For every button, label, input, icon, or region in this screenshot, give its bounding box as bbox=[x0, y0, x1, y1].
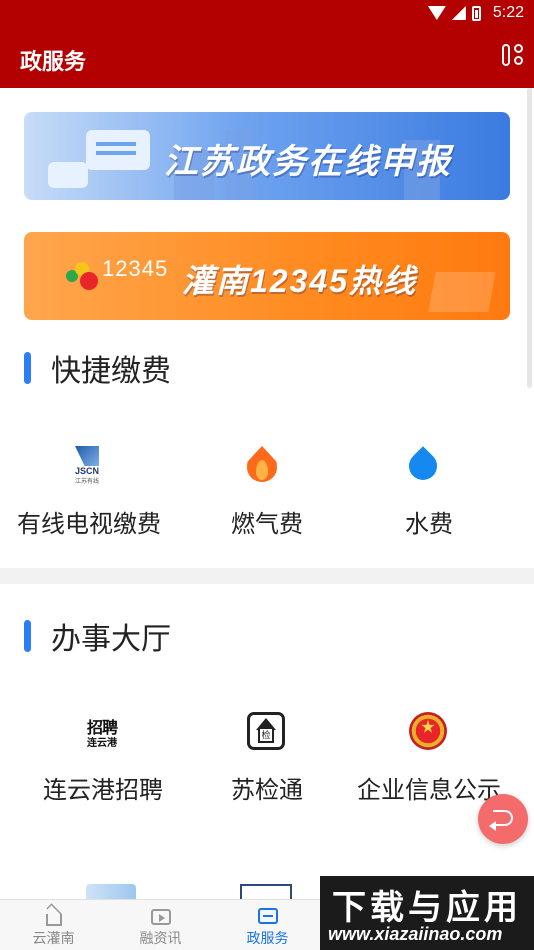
page-title: 政服务 bbox=[20, 49, 87, 74]
hotline-logo-icon bbox=[66, 262, 106, 292]
tab-label: 云灌南 bbox=[32, 930, 75, 946]
tab-zheng-fuwu[interactable]: 政服务 bbox=[214, 900, 321, 950]
jscn-logo-icon: JSCN 江苏有线 bbox=[69, 446, 109, 486]
national-emblem-icon bbox=[409, 712, 449, 752]
cable-tv-pay-item[interactable]: JSCN 江苏有线 有线电视缴费 bbox=[0, 446, 178, 539]
battery-icon bbox=[471, 5, 481, 21]
item-label: 水费 bbox=[405, 511, 453, 538]
chat-icon bbox=[257, 905, 279, 927]
return-arrow-icon bbox=[493, 810, 513, 826]
tab-rong-zixun[interactable]: 融资讯 bbox=[107, 900, 214, 950]
section-divider bbox=[0, 568, 534, 584]
banner-decoration bbox=[428, 272, 496, 312]
service-hall-section-title: 办事大厅 bbox=[24, 614, 171, 658]
section-title-text: 快捷缴费 bbox=[51, 355, 171, 388]
jiangsu-online-declaration-banner[interactable]: 江苏政务在线申报 bbox=[24, 112, 510, 200]
tab-yun-guannan[interactable]: 云灌南 bbox=[0, 900, 107, 950]
banner-text: 灌南12345热线 bbox=[182, 263, 417, 299]
next-row-item-icon[interactable] bbox=[86, 884, 136, 899]
section-accent-bar bbox=[24, 352, 31, 384]
item-label: 连云港招聘 bbox=[43, 777, 163, 804]
section-title-text: 办事大厅 bbox=[51, 623, 171, 656]
watermark-url: www.xiazaiinao.com bbox=[328, 924, 503, 944]
more-options-icon[interactable] bbox=[502, 42, 526, 72]
home-icon bbox=[43, 903, 65, 927]
scrollbar[interactable] bbox=[527, 88, 532, 388]
video-icon bbox=[150, 905, 172, 927]
app-bar: 政服务 bbox=[0, 28, 534, 88]
hotline-logo-number: 12345 bbox=[102, 256, 169, 281]
status-icons: 5:22 bbox=[427, 4, 524, 22]
inspection-house-icon: 检 bbox=[247, 712, 287, 752]
next-row-item-icon[interactable] bbox=[240, 884, 292, 899]
back-floating-button[interactable] bbox=[478, 794, 528, 844]
main-content[interactable]: 江苏政务在线申报 12345 灌南12345热线 快捷缴费 JSCN 江苏有线 … bbox=[0, 88, 534, 899]
enterprise-info-disclosure-item[interactable]: 企业信息公示 bbox=[340, 712, 518, 805]
tab-label: 政服务 bbox=[246, 930, 289, 946]
item-label: 燃气费 bbox=[231, 511, 303, 538]
wifi-icon bbox=[427, 6, 446, 20]
recruitment-logo-icon: 招聘 连云港 bbox=[86, 720, 118, 749]
banner-text: 江苏政务在线申报 bbox=[164, 143, 452, 181]
guannan-12345-hotline-banner[interactable]: 12345 灌南12345热线 bbox=[24, 232, 510, 320]
lianyungang-recruitment-item[interactable]: 招聘 连云港 连云港招聘 bbox=[14, 712, 192, 805]
item-label: 有线电视缴费 bbox=[17, 511, 161, 538]
signal-icon bbox=[451, 6, 466, 20]
water-fee-item[interactable]: 水费 bbox=[340, 446, 518, 539]
chat-bubble-small-icon bbox=[48, 162, 88, 188]
item-label: 苏检通 bbox=[231, 777, 303, 804]
section-accent-bar bbox=[24, 620, 31, 652]
water-drop-icon bbox=[403, 446, 449, 486]
flame-icon bbox=[247, 446, 287, 486]
quick-pay-section-title: 快捷缴费 bbox=[24, 346, 171, 390]
watermark-title: 下载与应用 bbox=[332, 889, 522, 927]
status-time: 5:22 bbox=[492, 4, 524, 21]
status-bar: 5:22 bbox=[0, 0, 534, 28]
gas-fee-item[interactable]: 燃气费 bbox=[178, 446, 356, 539]
tab-label: 融资讯 bbox=[139, 930, 182, 946]
chat-bubble-icon bbox=[86, 130, 150, 170]
su-inspection-item[interactable]: 检 苏检通 bbox=[178, 712, 356, 805]
download-site-watermark: 下载与应用 www.xiazaiinao.com bbox=[320, 876, 534, 950]
